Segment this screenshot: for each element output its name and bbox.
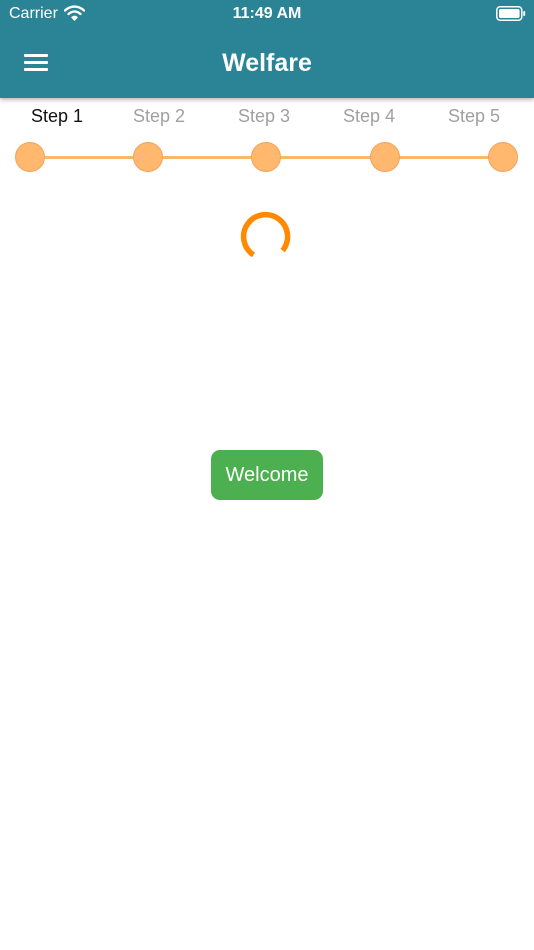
step-dot-4[interactable] (370, 142, 400, 172)
step-label-3[interactable]: Step 3 (214, 105, 314, 127)
welcome-button[interactable]: Welcome (211, 450, 323, 500)
step-label-1[interactable]: Step 1 (7, 105, 107, 127)
step-dot-3[interactable] (251, 142, 281, 172)
step-dot-1[interactable] (15, 142, 45, 172)
page-title: Welfare (222, 49, 312, 77)
step-dot-2[interactable] (133, 142, 163, 172)
step-label-4[interactable]: Step 4 (319, 105, 419, 127)
status-bar: Carrier 11:49 AM (0, 0, 534, 28)
step-label-5[interactable]: Step 5 (424, 105, 524, 127)
battery-icon (496, 6, 526, 21)
app-header: Carrier 11:49 AM Welfare (0, 0, 534, 98)
loading-spinner-icon (240, 211, 291, 258)
app-screen: Carrier 11:49 AM Welfare Step 1 Step 2 S… (0, 0, 534, 950)
stepper-labels: Step 1 Step 2 Step 3 Step 4 Step 5 (0, 105, 534, 129)
status-time: 11:49 AM (232, 5, 302, 22)
step-label-2[interactable]: Step 2 (109, 105, 209, 127)
step-dot-5[interactable] (488, 142, 518, 172)
